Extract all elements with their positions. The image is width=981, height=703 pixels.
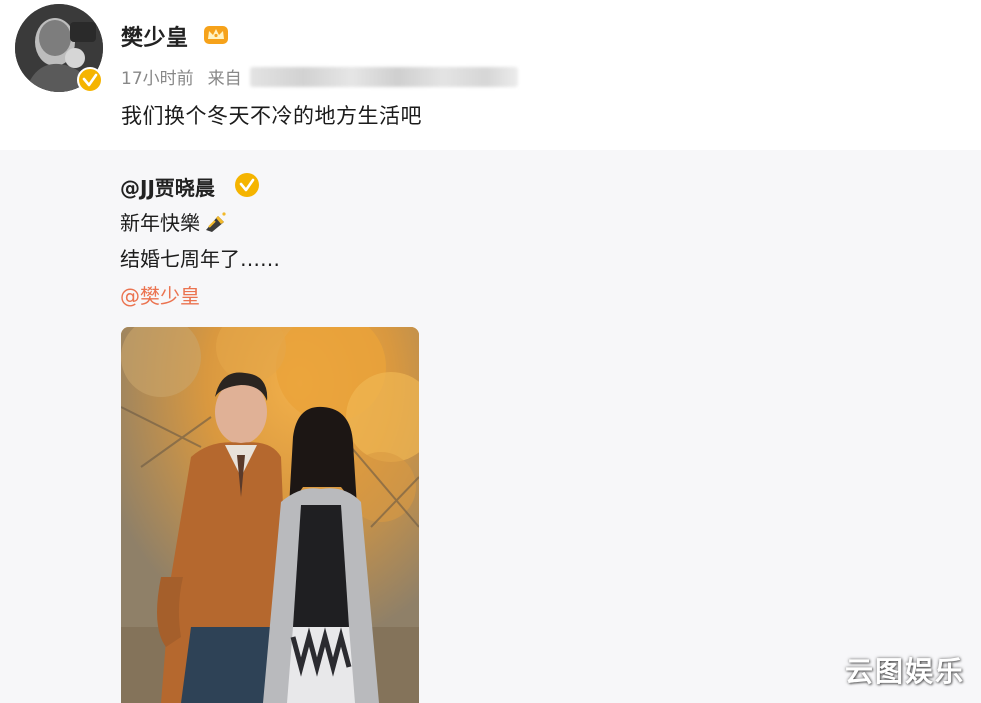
- repost-text-line-1: 新年快樂: [120, 207, 228, 236]
- firecracker-icon: [206, 211, 226, 232]
- source-blurred: [249, 66, 518, 87]
- post-photo[interactable]: [121, 327, 419, 703]
- post-text: 我们换个冬天不冷的地方生活吧: [121, 104, 422, 128]
- repost-author[interactable]: @JJ贾晓晨: [120, 172, 215, 201]
- repost-greeting: 新年快樂: [120, 211, 200, 235]
- author-name[interactable]: 樊少皇: [121, 20, 189, 52]
- verified-badge-icon: [235, 173, 259, 197]
- post-meta: 17小时前 来自: [121, 64, 518, 89]
- site-watermark: 云图娱乐: [844, 655, 965, 688]
- original-post: 樊少皇 17小时前 来自 我们换个冬天不冷的地方生活吧: [0, 0, 981, 150]
- repost-text-line-2: 结婚七周年了……: [120, 247, 280, 271]
- mention-link[interactable]: @樊少皇: [120, 280, 200, 309]
- post-source-label: 来自: [207, 69, 242, 89]
- crown-icon[interactable]: [202, 22, 230, 46]
- verified-badge-icon: [77, 67, 103, 93]
- reposted-content[interactable]: @JJ贾晓晨 新年快樂 结婚七周年了…… @樊少皇: [0, 150, 981, 703]
- post-time[interactable]: 17小时前: [121, 64, 194, 89]
- couple-photo: [121, 327, 419, 703]
